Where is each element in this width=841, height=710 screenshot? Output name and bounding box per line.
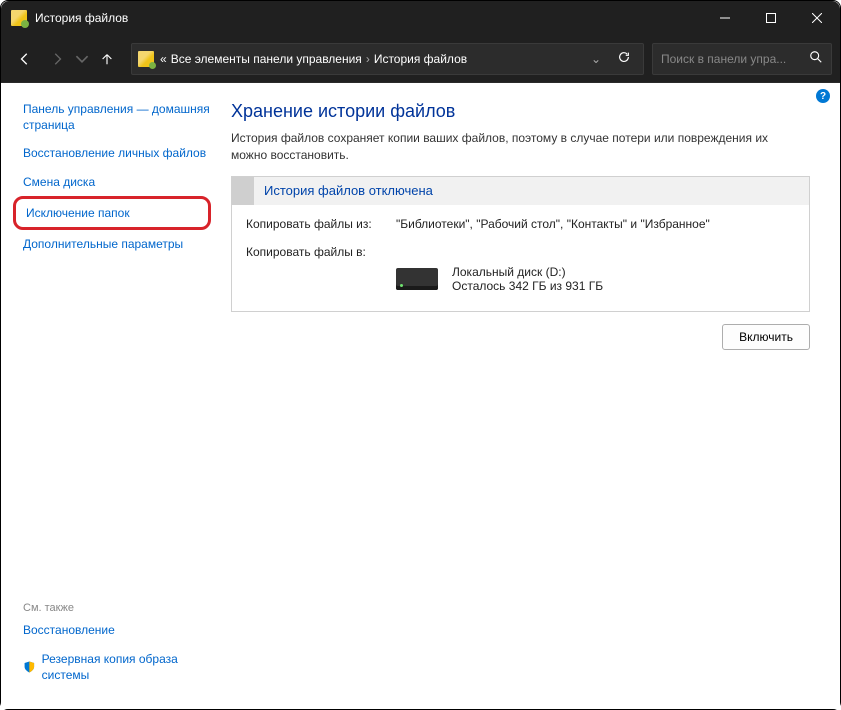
titlebar: История файлов (1, 1, 840, 35)
maximize-button[interactable] (748, 1, 794, 35)
copy-from-value: "Библиотеки", "Рабочий стол", "Контакты"… (396, 217, 795, 231)
content: ? Панель управления — домашняя страница … (1, 83, 840, 709)
status-box: История файлов отключена Копировать файл… (231, 176, 810, 312)
highlight-exclude: Исключение папок (13, 196, 211, 230)
back-button[interactable] (9, 43, 41, 75)
sidebar: Панель управления — домашняя страница Во… (1, 83, 221, 709)
app-icon (11, 10, 27, 26)
see-also-label: См. также (23, 602, 211, 614)
breadcrumb-part1[interactable]: Все элементы панели управления (171, 52, 362, 66)
enable-button[interactable]: Включить (722, 324, 810, 350)
status-stripe (232, 177, 254, 205)
sidebar-change-drive[interactable]: Смена диска (23, 175, 95, 189)
window-title: История файлов (35, 11, 128, 25)
copy-from-label: Копировать файлы из: (246, 217, 396, 231)
page-description: История файлов сохраняет копии ваших фай… (231, 130, 791, 164)
drive-icon (396, 268, 438, 290)
help-icon[interactable]: ? (816, 89, 830, 103)
recent-dropdown[interactable] (73, 43, 91, 75)
navbar: « Все элементы панели управления › Истор… (1, 35, 840, 83)
sidebar-advanced[interactable]: Дополнительные параметры (23, 237, 183, 251)
search-icon[interactable] (809, 50, 823, 67)
search-placeholder: Поиск в панели упра... (661, 52, 786, 66)
page-title: Хранение истории файлов (231, 101, 810, 122)
main-panel: Хранение истории файлов История файлов с… (221, 83, 840, 709)
drive-name: Локальный диск (D:) (452, 265, 603, 279)
drive-info: Локальный диск (D:) Осталось 342 ГБ из 9… (452, 265, 603, 293)
copy-to-label: Копировать файлы в: (246, 245, 396, 259)
breadcrumb-prefix: « (160, 52, 167, 66)
up-button[interactable] (91, 43, 123, 75)
status-header: История файлов отключена (232, 177, 809, 205)
minimize-button[interactable] (702, 1, 748, 35)
refresh-button[interactable] (611, 50, 637, 67)
shield-icon (23, 660, 36, 674)
address-icon (138, 51, 154, 67)
sidebar-exclude-folders[interactable]: Исключение папок (26, 206, 130, 220)
status-title: История файлов отключена (254, 183, 433, 198)
forward-button[interactable] (41, 43, 73, 75)
sidebar-home[interactable]: Панель управления — домашняя страница (23, 102, 210, 132)
window-controls (702, 1, 840, 35)
drive-space: Осталось 342 ГБ из 931 ГБ (452, 279, 603, 293)
address-bar[interactable]: « Все элементы панели управления › Истор… (131, 43, 644, 75)
status-body: Копировать файлы из: "Библиотеки", "Рабо… (232, 205, 809, 311)
chevron-down-icon[interactable]: ⌄ (581, 52, 611, 66)
search-input[interactable]: Поиск в панели упра... (652, 43, 832, 75)
chevron-right-icon: › (366, 52, 370, 66)
sidebar-restore[interactable]: Восстановление личных файлов (23, 146, 206, 160)
close-button[interactable] (794, 1, 840, 35)
breadcrumb-part2[interactable]: История файлов (374, 52, 467, 66)
sidebar-recovery[interactable]: Восстановление (23, 623, 115, 637)
sidebar-image-backup[interactable]: Резервная копия образа системы (42, 651, 211, 683)
